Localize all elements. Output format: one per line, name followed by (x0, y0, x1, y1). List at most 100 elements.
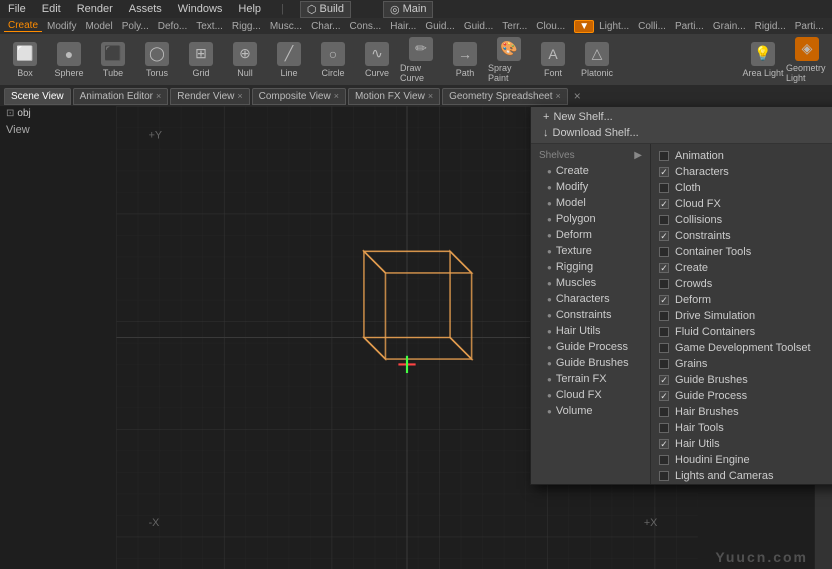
toolbar-label-guid1[interactable]: Guid... (421, 21, 458, 32)
check-item[interactable]: Grains (651, 356, 832, 372)
tool-null[interactable]: ⊕ Null (224, 37, 266, 83)
menu-edit[interactable]: Edit (38, 3, 65, 15)
toolbar-label-text[interactable]: Text... (192, 21, 227, 32)
tab-geometry-spreadsheet[interactable]: Geometry Spreadsheet × (442, 88, 568, 105)
check-item[interactable]: Container Tools (651, 244, 832, 260)
tab-animation-editor[interactable]: Animation Editor × (73, 88, 169, 105)
close-motion-fx-view[interactable]: × (428, 91, 433, 101)
shelf-item[interactable]: ●Hair Utils (531, 323, 650, 339)
toolbar-label-rigg[interactable]: Rigg... (228, 21, 265, 32)
check-item[interactable]: Houdini Engine (651, 452, 832, 468)
tool-path[interactable]: → Path (444, 37, 486, 83)
check-item[interactable]: Animation (651, 148, 832, 164)
check-item[interactable]: Lights and Cameras (651, 468, 832, 484)
check-item[interactable]: ✓Guide Process (651, 388, 832, 404)
check-item[interactable]: Collisions (651, 212, 832, 228)
shelf-item[interactable]: ●Constraints (531, 307, 650, 323)
toolbar-label-create[interactable]: Create (4, 20, 42, 32)
toolbar-label-rigid[interactable]: Rigid... (751, 21, 790, 32)
toolbar-label-musc[interactable]: Musc... (266, 21, 306, 32)
check-item[interactable]: Hair Brushes (651, 404, 832, 420)
tool-platonic[interactable]: △ Platonic (576, 37, 618, 83)
toolbar-label-clou[interactable]: Clou... (532, 21, 569, 32)
shelf-item[interactable]: ●Polygon (531, 211, 650, 227)
toolbar-label-light[interactable]: Light... (595, 21, 633, 32)
shelf-item[interactable]: ●Cloud FX (531, 387, 650, 403)
toolbar-label-model[interactable]: Model (81, 21, 116, 32)
tab-render-view[interactable]: Render View × (170, 88, 249, 105)
toolbar-label-defo[interactable]: Defo... (154, 21, 191, 32)
check-item[interactable]: Game Development Toolset (651, 340, 832, 356)
shelf-item[interactable]: ●Model (531, 195, 650, 211)
tool-tube[interactable]: ⬛ Tube (92, 37, 134, 83)
tool-grid[interactable]: ⊞ Grid (180, 37, 222, 83)
tool-box[interactable]: ⬜ Box (4, 37, 46, 83)
tool-curve[interactable]: ∿ Curve (356, 37, 398, 83)
toolbar-label-parti1[interactable]: Parti... (671, 21, 708, 32)
menu-help[interactable]: Help (234, 3, 265, 15)
tool-geometry-light[interactable]: ◈ Geometry Light (786, 37, 828, 83)
shelf-item[interactable]: ●Texture (531, 243, 650, 259)
toolbar-label-terr[interactable]: Terr... (498, 21, 531, 32)
check-item[interactable]: ✓Characters (651, 164, 832, 180)
menu-assets[interactable]: Assets (125, 3, 166, 15)
toolbar-label-guid2[interactable]: Guid... (460, 21, 497, 32)
shelf-item[interactable]: ●Characters (531, 291, 650, 307)
shelf-item[interactable]: ●Deform (531, 227, 650, 243)
toolbar-label-grain[interactable]: Grain... (709, 21, 750, 32)
download-shelf-item[interactable]: ↓ Download Shelf... (539, 125, 831, 141)
close-all-button[interactable]: × (574, 89, 581, 103)
close-composite-view[interactable]: × (334, 91, 339, 101)
check-item[interactable]: ✓Guide Brushes (651, 372, 832, 388)
check-item[interactable]: Crowds (651, 276, 832, 292)
tool-circle[interactable]: ○ Circle (312, 37, 354, 83)
new-shelf-item[interactable]: + New Shelf... (539, 109, 831, 125)
menu-windows[interactable]: Windows (174, 3, 227, 15)
tool-line[interactable]: ╱ Line (268, 37, 310, 83)
toolbar-label-poly[interactable]: Poly... (118, 21, 153, 32)
checkbox-icon (659, 215, 669, 225)
tool-sphere[interactable]: ● Sphere (48, 37, 90, 83)
tool-torus[interactable]: ◯ Torus (136, 37, 178, 83)
shelf-bullet-icon: ● (547, 199, 552, 208)
check-item[interactable]: ✓Create (651, 260, 832, 276)
check-item[interactable]: ✓Deform (651, 292, 832, 308)
check-item[interactable]: ✓Hair Utils (651, 436, 832, 452)
menu-render[interactable]: Render (73, 3, 117, 15)
main-button[interactable]: ◎ Main (383, 1, 433, 18)
tool-font[interactable]: A Font (532, 37, 574, 83)
menu-file[interactable]: File (4, 3, 30, 15)
shelf-item[interactable]: ●Volume (531, 403, 650, 419)
tab-scene-view[interactable]: Scene View (4, 88, 71, 105)
close-render-view[interactable]: × (237, 91, 242, 101)
toolbar-label-char[interactable]: Char... (307, 21, 344, 32)
shelf-item[interactable]: ●Terrain FX (531, 371, 650, 387)
shelf-item[interactable]: ●Rigging (531, 259, 650, 275)
toolbar-label-modify[interactable]: Modify (43, 21, 80, 32)
tab-motion-fx-view[interactable]: Motion FX View × (348, 88, 440, 105)
check-item[interactable]: Hair Tools (651, 420, 832, 436)
shelf-item[interactable]: ●Muscles (531, 275, 650, 291)
tool-spray-paint[interactable]: 🎨 Spray Paint (488, 37, 530, 83)
shelf-item[interactable]: ●Create (531, 163, 650, 179)
toolbar-label-cons[interactable]: Cons... (346, 21, 386, 32)
shelf-item[interactable]: ●Guide Brushes (531, 355, 650, 371)
check-item[interactable]: Drive Simulation (651, 308, 832, 324)
check-item[interactable]: ✓Cloud FX (651, 196, 832, 212)
tab-composite-view[interactable]: Composite View × (252, 88, 346, 105)
check-item[interactable]: Cloth (651, 180, 832, 196)
shelf-item[interactable]: ●Guide Process (531, 339, 650, 355)
toolbar-label-parti2[interactable]: Parti... (791, 21, 828, 32)
check-item[interactable]: Fluid Containers (651, 324, 832, 340)
tool-draw-curve[interactable]: ✏ Draw Curve (400, 37, 442, 83)
shelf-item[interactable]: ●Modify (531, 179, 650, 195)
close-geometry-spreadsheet[interactable]: × (555, 91, 560, 101)
check-item[interactable]: ✓Constraints (651, 228, 832, 244)
close-animation-editor[interactable]: × (156, 91, 161, 101)
toolbar-label-hair[interactable]: Hair... (386, 21, 420, 32)
shelf-active-button[interactable]: ▼ (574, 20, 594, 33)
build-button[interactable]: ⬡ Build (300, 1, 351, 18)
area-light-icon: 💡 (751, 42, 775, 66)
toolbar-label-colli[interactable]: Colli... (634, 21, 670, 32)
tool-area-light[interactable]: 💡 Area Light (742, 37, 784, 83)
